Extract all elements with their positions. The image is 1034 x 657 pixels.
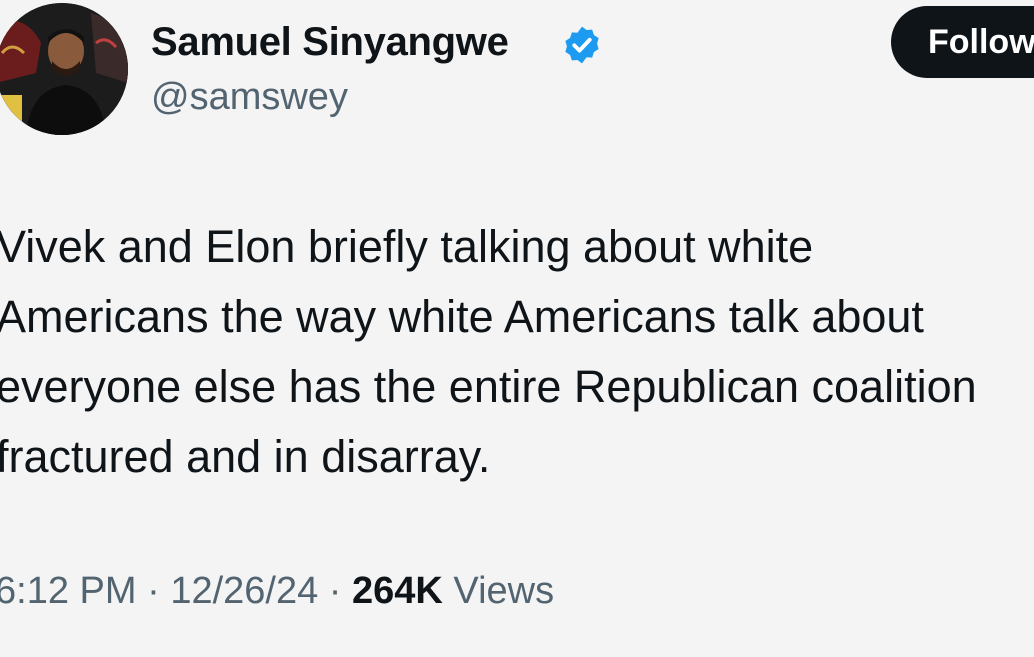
meta-separator: · — [318, 570, 353, 612]
tweet-date[interactable]: 12/26/24 — [170, 570, 318, 612]
tweet-text-line: Vivek and Elon briefly talking about whi… — [0, 221, 814, 272]
tweet-text-line: everyone else has the entire Republican … — [0, 361, 977, 412]
author-handle[interactable]: @samswey — [151, 74, 348, 120]
tweet-time[interactable]: 6:12 PM — [0, 570, 137, 612]
author-display-name[interactable]: Samuel Sinyangwe — [151, 18, 509, 66]
avatar-photo-icon — [0, 3, 128, 135]
author-avatar[interactable] — [0, 3, 128, 135]
tweet-text: Vivek and Elon briefly talking about whi… — [0, 212, 1034, 492]
verified-badge-icon — [565, 26, 599, 64]
meta-separator: · — [136, 570, 171, 612]
tweet-meta: 6:12 PM · 12/26/24 · 264K Views — [0, 566, 554, 616]
views-label: Views — [442, 570, 555, 612]
tweet-text-line: Americans the way white Americans talk a… — [0, 291, 924, 342]
tweet-card: Samuel Sinyangwe @samswey Follow Vivek a… — [0, 0, 1034, 657]
views-count: 264K — [352, 570, 443, 612]
follow-button[interactable]: Follow — [891, 6, 1034, 78]
tweet-text-line: fractured and in disarray. — [0, 431, 491, 482]
